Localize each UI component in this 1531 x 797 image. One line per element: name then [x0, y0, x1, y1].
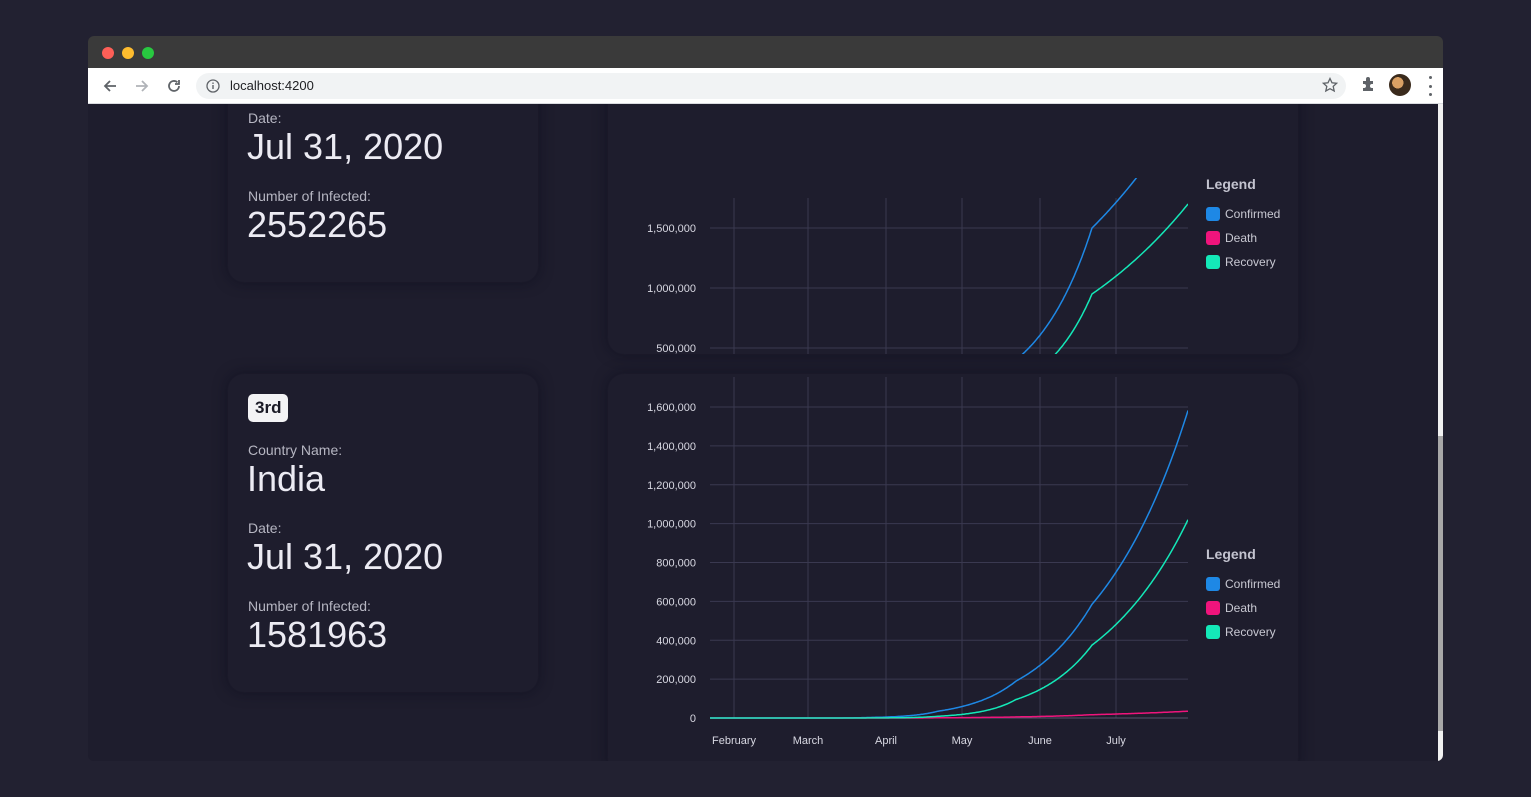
chart-legend: Legend Confirmed Death Recovery — [1206, 546, 1296, 644]
y-tick-label: 200,000 — [656, 674, 696, 686]
x-tick-label: July — [1106, 735, 1126, 747]
legend-swatch — [1206, 577, 1220, 591]
legend-label: Death — [1225, 231, 1258, 245]
infected-label: Number of Infected: — [248, 598, 371, 614]
browser-window: localhost:4200 Date: Jul 31, 2020 Number… — [88, 36, 1443, 761]
minimize-window-button[interactable] — [122, 47, 134, 59]
line-chart: 0 200,000 400,000 600,000 800,000 1,000,000 1,… — [647, 377, 1188, 747]
y-tick-label: 1,500,000 — [647, 223, 696, 235]
country-name-value: India — [247, 458, 326, 499]
legend-label: Confirmed — [1225, 577, 1281, 591]
country-chart-card: 0500,0001,000,0001,500,000FebruaryMarchA… — [608, 104, 1298, 354]
title-bar — [88, 36, 1443, 68]
x-tick-label: June — [1028, 735, 1052, 747]
legend-title: Legend — [1206, 546, 1256, 562]
url-text: localhost:4200 — [230, 78, 314, 93]
site-info-icon[interactable] — [206, 79, 220, 98]
y-tick-label: 0 — [690, 713, 696, 725]
date-value: Jul 31, 2020 — [247, 536, 444, 577]
country-info-card: 3rd Country Name: India Date: Jul 31, 20… — [228, 374, 538, 692]
date-label: Date: — [248, 110, 282, 126]
x-tick-label: March — [793, 735, 824, 747]
y-tick-label: 1,000,000 — [647, 283, 696, 295]
y-tick-label: 1,400,000 — [647, 441, 696, 453]
legend-item-death[interactable]: Death — [1206, 226, 1296, 250]
legend-item-recovery[interactable]: Recovery — [1206, 620, 1296, 644]
legend-label: Recovery — [1225, 625, 1276, 639]
y-tick-label: 1,000,000 — [647, 519, 696, 531]
scrollbar-thumb[interactable] — [1438, 436, 1443, 731]
country-info-card: Date: Jul 31, 2020 Number of Infected: 2… — [228, 104, 538, 282]
legend-title: Legend — [1206, 176, 1256, 192]
y-tick-label: 1,600,000 — [647, 402, 696, 414]
y-tick-label: 800,000 — [656, 558, 696, 570]
country-chart-card: 0 200,000 400,000 600,000 800,000 1,000,000 1,… — [608, 374, 1298, 761]
page-scrollbar[interactable] — [1438, 104, 1443, 761]
legend-swatch — [1206, 601, 1220, 615]
profile-avatar[interactable] — [1389, 74, 1411, 96]
browser-menu-icon[interactable] — [1428, 76, 1432, 96]
x-tick-label: May — [952, 735, 973, 747]
reload-icon[interactable] — [162, 74, 186, 98]
legend-swatch — [1206, 255, 1220, 269]
legend-swatch — [1206, 207, 1220, 221]
legend-swatch — [1206, 625, 1220, 639]
forward-icon[interactable] — [130, 74, 154, 98]
extensions-puzzle-icon[interactable] — [1360, 75, 1378, 98]
x-tick-label: February — [712, 735, 757, 747]
y-tick-label: 500,000 — [656, 343, 696, 354]
date-label: Date: — [248, 520, 282, 536]
legend-item-confirmed[interactable]: Confirmed — [1206, 202, 1296, 226]
address-bar[interactable]: localhost:4200 — [196, 73, 1346, 99]
country-name-label: Country Name: — [248, 442, 343, 458]
maximize-window-button[interactable] — [142, 47, 154, 59]
infected-label: Number of Infected: — [248, 188, 371, 204]
bookmark-star-icon[interactable] — [1321, 76, 1339, 98]
close-window-button[interactable] — [102, 47, 114, 59]
legend-item-confirmed[interactable]: Confirmed — [1206, 572, 1296, 596]
legend-item-death[interactable]: Death — [1206, 596, 1296, 620]
y-tick-label: 400,000 — [656, 635, 696, 647]
rank-badge: 3rd — [248, 394, 289, 422]
legend-label: Confirmed — [1225, 207, 1281, 221]
legend-label: Recovery — [1225, 255, 1276, 269]
infected-value: 1581963 — [247, 614, 388, 655]
date-value: Jul 31, 2020 — [247, 126, 444, 167]
legend-item-recovery[interactable]: Recovery — [1206, 250, 1296, 274]
legend-swatch — [1206, 231, 1220, 245]
page-viewport: Date: Jul 31, 2020 Number of Infected: 2… — [88, 104, 1438, 761]
browser-toolbar: localhost:4200 — [88, 68, 1443, 104]
chart-legend: Legend Confirmed Death Recovery — [1206, 176, 1296, 274]
back-icon[interactable] — [98, 74, 122, 98]
line-chart: 0500,0001,000,0001,500,000FebruaryMarchA… — [647, 178, 1188, 354]
x-tick-label: April — [875, 735, 897, 747]
infected-value: 2552265 — [247, 204, 388, 245]
legend-label: Death — [1225, 601, 1258, 615]
y-tick-label: 600,000 — [656, 596, 696, 608]
y-tick-label: 1,200,000 — [647, 480, 696, 492]
